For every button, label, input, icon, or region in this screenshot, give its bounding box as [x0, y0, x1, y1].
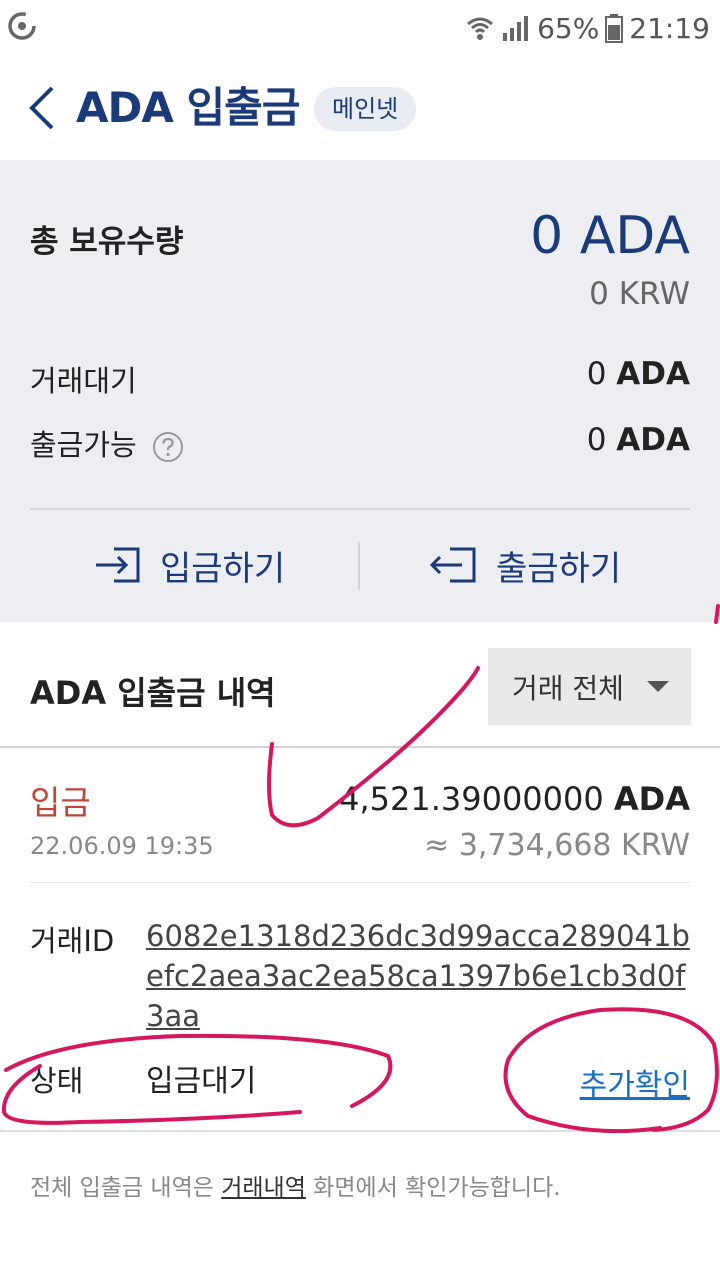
network-badge: 메인넷: [314, 87, 417, 131]
battery-percent: 65%: [537, 11, 600, 45]
txid-link[interactable]: 6082e1318d236dc3d99acca289041befc2aea3ac…: [146, 916, 696, 1036]
withdrawable-label: 출금가능: [30, 428, 137, 462]
page-title: ADA 입출금: [76, 83, 300, 132]
withdrawable-value: 0 ADA: [587, 422, 690, 458]
wifi-icon: [467, 17, 494, 40]
transaction-krw: ≈ 3,734,668 KRW: [424, 828, 690, 863]
transaction-amount-value: 4,521.39000000: [339, 780, 604, 818]
deposit-icon: [96, 547, 140, 583]
filter-label: 거래 전체: [512, 671, 624, 705]
transaction-filter-dropdown[interactable]: 거래 전체: [488, 648, 691, 725]
additional-confirm-link[interactable]: 추가확인: [580, 1060, 690, 1104]
withdraw-button[interactable]: 출금하기: [428, 530, 621, 600]
txid-label: 거래ID: [30, 924, 115, 958]
footnote-prefix: 전체 입출금 내역은: [30, 1175, 222, 1201]
back-arrow-icon[interactable]: [24, 82, 60, 134]
transaction-amount-unit: ADA: [613, 780, 690, 818]
transaction-type: 입금: [30, 783, 91, 822]
total-holdings-label: 총 보유수량: [30, 224, 184, 260]
history-divider: [0, 746, 720, 748]
balance-summary: 총 보유수량 0 ADA 0 KRW 거래대기 0 ADA 출금가능 0 ADA…: [0, 160, 720, 622]
transaction-date: 22.06.09 19:35: [30, 832, 214, 860]
action-separator: [358, 542, 360, 590]
transaction-history-link[interactable]: 거래내역: [221, 1175, 306, 1201]
history-title: ADA 입출금 내역: [30, 674, 276, 712]
clock: 21:19: [629, 11, 710, 45]
status-bar: 65% 21:19: [0, 0, 720, 56]
withdraw-icon: [429, 547, 476, 583]
pending-label: 거래대기: [30, 364, 137, 398]
summary-divider: [30, 508, 690, 510]
transaction-divider: [30, 882, 690, 883]
app-header: ADA 입출금 메인넷: [0, 60, 720, 160]
status-label: 상태: [30, 1064, 84, 1098]
caret-down-icon: [647, 681, 669, 692]
transaction-amount: 4,521.39000000 ADA: [339, 780, 690, 818]
total-holdings-krw: 0 KRW: [589, 276, 690, 312]
withdraw-button-label: 출금하기: [496, 548, 622, 589]
withdrawable-amount: 0: [586, 422, 607, 458]
footnote-suffix: 화면에서 확인가능합니다.: [305, 1175, 561, 1201]
withdrawable-unit: ADA: [616, 422, 690, 458]
pending-unit: ADA: [616, 356, 690, 392]
signal-icon: [503, 16, 529, 41]
battery-icon: [605, 14, 624, 43]
status-value: 입금대기: [146, 1064, 257, 1099]
sync-icon: [8, 12, 36, 40]
detail-divider: [0, 1130, 720, 1132]
help-icon[interactable]: [152, 431, 184, 463]
pending-amount: 0: [586, 356, 607, 392]
deposit-button[interactable]: 입금하기: [94, 530, 285, 600]
withdrawable-row-label: 출금가능: [30, 422, 184, 464]
total-holdings-ada: 0 ADA: [530, 206, 690, 266]
deposit-button-label: 입금하기: [160, 548, 286, 589]
pending-value: 0 ADA: [587, 356, 690, 392]
footnote: 전체 입출금 내역은 거래내역 화면에서 확인가능합니다.: [30, 1168, 561, 1202]
